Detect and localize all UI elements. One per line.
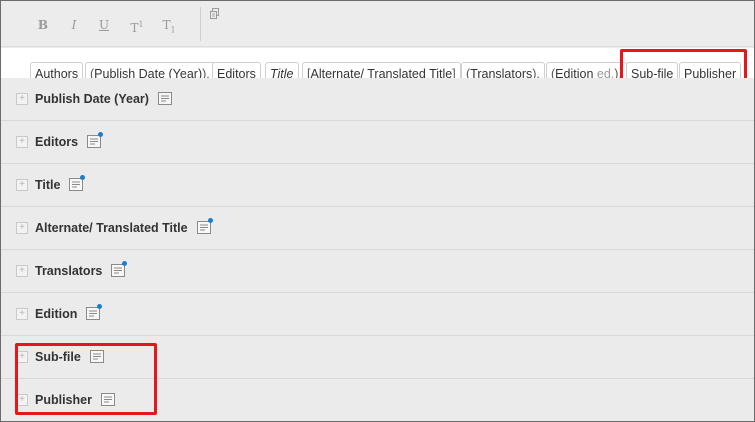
field-label: Editors bbox=[35, 135, 79, 149]
field-row[interactable]: + Publish Date (Year) bbox=[1, 78, 754, 121]
expand-plus-icon[interactable]: + bbox=[16, 179, 28, 191]
expand-plus-icon[interactable]: + bbox=[16, 351, 28, 363]
field-label: Publisher bbox=[35, 393, 92, 407]
expand-plus-icon[interactable]: + bbox=[16, 93, 28, 105]
notes-icon[interactable] bbox=[196, 221, 213, 235]
field-label: Alternate/ Translated Title bbox=[35, 221, 188, 235]
underline-button[interactable]: U bbox=[93, 14, 115, 36]
copy-icon[interactable] bbox=[209, 8, 221, 20]
notes-icon[interactable] bbox=[89, 350, 106, 364]
expand-plus-icon[interactable]: + bbox=[16, 265, 28, 277]
field-label: Translators bbox=[35, 264, 103, 278]
subscript-mark: 1 bbox=[170, 25, 176, 35]
italic-button[interactable]: I bbox=[63, 14, 85, 36]
subscript-button[interactable]: T1 bbox=[158, 14, 180, 36]
expand-plus-icon[interactable]: + bbox=[16, 308, 28, 320]
format-toolbar: B I U T1 T1 bbox=[1, 1, 754, 47]
field-label: Publish Date (Year) bbox=[35, 92, 149, 106]
citation-editor: B I U T1 T1 Authors (Publish Date (Year)… bbox=[0, 0, 755, 422]
toolbar-divider bbox=[200, 7, 201, 41]
superscript-button[interactable]: T1 bbox=[126, 14, 148, 36]
notes-icon[interactable] bbox=[100, 393, 117, 407]
expand-plus-icon[interactable]: + bbox=[16, 222, 28, 234]
notes-icon[interactable] bbox=[87, 135, 103, 149]
expand-plus-icon[interactable]: + bbox=[16, 394, 28, 406]
notes-icon[interactable] bbox=[69, 178, 85, 192]
bold-button[interactable]: B bbox=[32, 14, 54, 36]
field-row[interactable]: + Publisher bbox=[1, 379, 754, 421]
field-row[interactable]: + Edition bbox=[1, 293, 754, 336]
notes-icon[interactable] bbox=[111, 264, 127, 278]
notes-icon[interactable] bbox=[86, 307, 102, 321]
superscript-mark: 1 bbox=[138, 20, 144, 29]
expand-plus-icon[interactable]: + bbox=[16, 136, 28, 148]
field-label: Sub-file bbox=[35, 350, 81, 364]
field-row[interactable]: + Sub-file bbox=[1, 336, 754, 379]
field-row[interactable]: + Title bbox=[1, 164, 754, 207]
note-indicator-dot bbox=[207, 218, 213, 223]
field-label: Edition bbox=[35, 307, 78, 321]
field-row[interactable]: + Alternate/ Translated Title bbox=[1, 207, 754, 250]
field-label: Title bbox=[35, 178, 61, 192]
notes-icon[interactable] bbox=[157, 92, 174, 106]
field-row[interactable]: + Translators bbox=[1, 250, 754, 293]
field-row[interactable]: + Editors bbox=[1, 121, 754, 164]
